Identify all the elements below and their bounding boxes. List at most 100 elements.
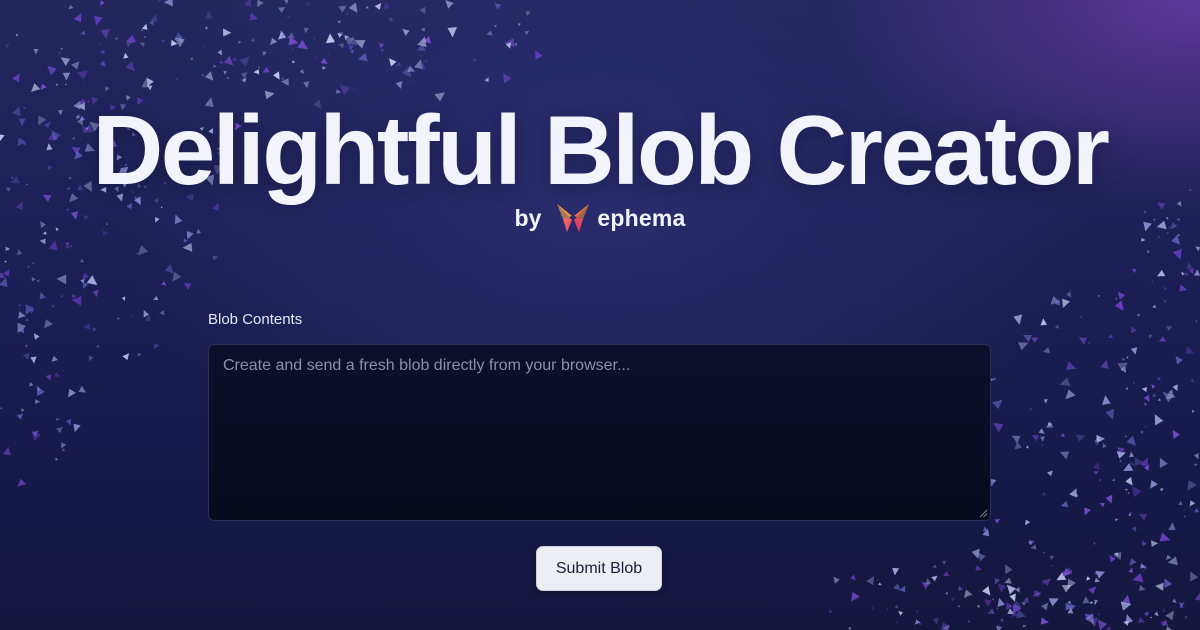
particle-shard [33, 333, 40, 340]
particle-shard [219, 60, 224, 64]
particle-shard [1067, 578, 1076, 589]
particle-shard [829, 609, 833, 614]
particle-shard [1150, 279, 1154, 283]
particle-shard [0, 277, 8, 287]
particle-shard [1100, 359, 1109, 369]
particle-shard [1187, 480, 1197, 491]
particle-shard [503, 73, 512, 84]
particle-shard [1123, 463, 1134, 471]
particle-shard [121, 296, 126, 301]
particle-shard [253, 69, 260, 75]
particle-shard [125, 60, 136, 72]
particle-shard [942, 560, 947, 566]
particle-shard [445, 0, 454, 9]
particle-shard [1093, 601, 1097, 606]
particle-shard [1132, 573, 1144, 583]
particle-shard [380, 49, 385, 53]
textarea-placeholder: Create and send a fresh blob directly fr… [223, 357, 631, 374]
blob-contents-textarea[interactable]: Create and send a fresh blob directly fr… [208, 344, 991, 521]
particle-shard [204, 46, 206, 49]
particle-shard [999, 617, 1005, 622]
particle-shard [40, 83, 47, 90]
particle-shard [1183, 515, 1186, 518]
particle-shard [73, 13, 82, 23]
particle-shard [1043, 399, 1048, 404]
particle-shard [217, 49, 223, 56]
particle-shard [886, 608, 889, 611]
particle-shard [1107, 333, 1114, 339]
particle-shard [115, 36, 119, 40]
particle-shard [338, 43, 345, 49]
particle-shard [1144, 425, 1147, 428]
particle-shard [1158, 336, 1166, 342]
particle-shard [915, 610, 919, 613]
particle-shard [1163, 299, 1167, 304]
particle-shard [950, 598, 956, 602]
particle-shard [22, 352, 30, 360]
particle-shard [1102, 443, 1107, 449]
particle-shard [991, 598, 994, 601]
particle-shard [96, 344, 100, 348]
particle-shard [172, 271, 182, 282]
particle-shard [77, 70, 88, 80]
particle-shard [52, 304, 55, 308]
particle-shard [850, 574, 856, 581]
particle-shard [160, 39, 165, 44]
particle-shard [1148, 334, 1153, 339]
particle-shard [1065, 291, 1072, 298]
particle-shard [383, 1, 391, 10]
resize-grip-icon[interactable] [978, 508, 988, 518]
particle-shard [1142, 570, 1145, 572]
particle-shard [320, 57, 328, 64]
particle-shard [914, 619, 921, 625]
particle-shard [1141, 387, 1147, 392]
particle-shard [447, 27, 458, 38]
particle-shard [1040, 602, 1049, 611]
particle-shard [190, 57, 193, 61]
particle-shard [1193, 508, 1200, 513]
particle-shard [280, 76, 285, 80]
particle-shard [122, 353, 129, 361]
particle-shard [1113, 551, 1122, 560]
particle-shard [83, 323, 91, 331]
particle-shard [1175, 355, 1183, 365]
particle-shard [1129, 558, 1137, 566]
particle-shard [1079, 315, 1083, 319]
particle-shard [249, 12, 259, 21]
particle-shard [1151, 540, 1159, 547]
particle-shard [273, 71, 280, 80]
particle-shard [1185, 616, 1188, 619]
particle-shard [1159, 532, 1171, 542]
butterfly-logo-icon [557, 204, 590, 232]
particle-shard [94, 15, 103, 26]
particle-shard [1181, 272, 1185, 276]
particle-shard [70, 245, 73, 248]
particle-shard [182, 242, 193, 252]
particle-shard [1154, 414, 1164, 426]
particle-shard [850, 591, 861, 602]
particle-shard [292, 60, 296, 64]
particle-shard [1179, 284, 1188, 292]
particle-shard [1193, 452, 1199, 460]
particle-shard [205, 10, 213, 20]
particle-shard [283, 0, 290, 5]
particle-shard [514, 42, 518, 47]
particle-shard [525, 11, 531, 17]
particle-shard [183, 282, 192, 290]
particle-shard [1041, 444, 1044, 447]
particle-shard [3, 269, 10, 277]
particle-shard [1185, 346, 1195, 354]
particle-shard [161, 281, 167, 286]
submit-blob-button[interactable]: Submit Blob [536, 546, 662, 591]
particle-shard [1157, 269, 1166, 277]
particle-shard [535, 50, 543, 60]
particle-shard [327, 52, 330, 56]
particle-shard [223, 55, 234, 66]
particle-shard [1126, 356, 1129, 359]
particle-shard [1040, 436, 1045, 442]
particle-shard [92, 327, 97, 332]
particle-shard [996, 607, 999, 610]
particle-shard [982, 585, 991, 596]
particle-shard [1138, 513, 1147, 521]
particle-shard [159, 310, 165, 316]
